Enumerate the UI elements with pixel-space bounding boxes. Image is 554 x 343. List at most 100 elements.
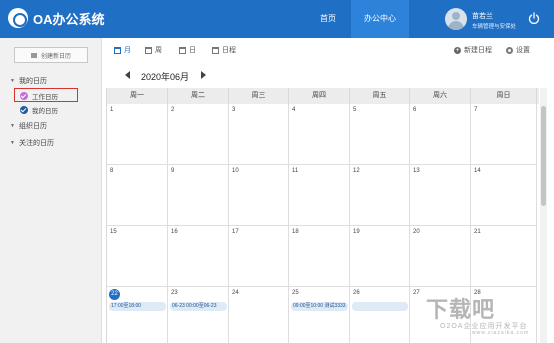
caret-down-icon: ▼ [10, 140, 15, 146]
user-avatar-icon[interactable] [445, 8, 467, 30]
calendar-item-work[interactable]: 工作日历 [20, 91, 58, 101]
create-calendar-button[interactable]: 创建新日历 [14, 47, 88, 63]
weekday-label: 周一 [107, 88, 168, 104]
next-month-icon[interactable] [201, 71, 206, 79]
event-bar[interactable]: 06-23 00:00至06-23 [170, 302, 227, 311]
tree-label: 组织日历 [18, 123, 47, 130]
view-label: 日 [189, 47, 196, 54]
month-navigator: 2020年06月 [103, 68, 303, 82]
day-number: 8 [110, 168, 114, 174]
view-week-tab[interactable]: 周 [145, 45, 162, 55]
tree-my-calendars[interactable]: ▼ 我的日历 [10, 76, 47, 86]
watermark: 下载吧 O2OA企业应用开发平台 www.xiazaiba.com [424, 292, 550, 338]
weekday-label: 周四 [289, 88, 350, 104]
day-number: 14 [474, 168, 481, 174]
calendar-icon [179, 46, 186, 54]
power-icon[interactable] [528, 12, 540, 24]
day-cell[interactable]: 6 [410, 104, 471, 165]
nav-office-center[interactable]: 办公中心 [351, 0, 409, 38]
top-bar: OA办公系统 首页 办公中心 苗若兰 车辆管理与安保处 [0, 0, 554, 38]
create-calendar-label: 创建新日历 [40, 53, 71, 60]
user-name[interactable]: 苗若兰 [472, 11, 493, 21]
event-bar[interactable] [352, 302, 408, 311]
day-number: 21 [474, 229, 481, 235]
calendar-icon [145, 46, 152, 54]
day-cell[interactable]: 5 [350, 104, 410, 165]
calendar-item-mine[interactable]: 我的日历 [20, 105, 58, 115]
day-number: 15 [110, 229, 117, 235]
prev-month-icon[interactable] [125, 71, 130, 79]
weekday-label: 周二 [168, 88, 229, 104]
day-number: 13 [413, 168, 420, 174]
month-label: 2020年06月 [141, 72, 190, 82]
day-number: 2 [171, 107, 175, 113]
calendar-icon [114, 46, 121, 54]
day-cell[interactable]: 22 [107, 287, 168, 343]
caret-down-icon: ▼ [10, 78, 15, 84]
day-cell[interactable]: 18 [289, 226, 350, 287]
day-cell[interactable]: 24 [229, 287, 289, 343]
day-cell[interactable]: 12 [350, 165, 410, 226]
day-cell[interactable]: 11 [289, 165, 350, 226]
sidebar: 创建新日历 ▼ 我的日历 工作日历 我的日历 ▼ 组织日历 ▼ 关注的日历 [0, 38, 102, 343]
view-month-tab[interactable]: 月 [114, 45, 131, 55]
day-cell[interactable]: 17 [229, 226, 289, 287]
day-number: 27 [413, 290, 420, 296]
app-logo[interactable]: OA办公系统 [8, 8, 105, 28]
day-cell[interactable]: 10 [229, 165, 289, 226]
calendar-icon [212, 46, 219, 54]
view-day-tab[interactable]: 日 [179, 45, 196, 55]
day-cell[interactable]: 23 [168, 287, 229, 343]
day-number: 5 [353, 107, 357, 113]
scrollbar-thumb[interactable] [541, 106, 546, 206]
watermark-url: www.xiazaiba.com [472, 330, 530, 336]
nav-home[interactable]: 首页 [305, 0, 351, 38]
day-cell[interactable]: 26 [350, 287, 410, 343]
event-bar[interactable]: 09:00至10:00 测试3333 [291, 302, 348, 311]
weekday-label: 周六 [410, 88, 471, 104]
new-event-label: 新建日程 [464, 47, 492, 54]
day-cell[interactable]: 25 [289, 287, 350, 343]
day-cell[interactable]: 4 [289, 104, 350, 165]
day-cell[interactable]: 9 [168, 165, 229, 226]
tree-label: 关注的日历 [18, 140, 54, 147]
app-title: OA办公系统 [33, 11, 105, 27]
plus-icon: + [454, 46, 461, 54]
day-cell[interactable]: 19 [350, 226, 410, 287]
day-cell[interactable]: 1 [107, 104, 168, 165]
calendar-item-label: 工作日历 [32, 94, 58, 101]
check-circle-icon [20, 106, 28, 114]
day-cell[interactable]: 13 [410, 165, 471, 226]
day-number: 24 [232, 290, 239, 296]
day-cell[interactable]: 8 [107, 165, 168, 226]
caret-down-icon: ▼ [10, 123, 15, 129]
weekday-label: 周三 [229, 88, 289, 104]
day-number: 3 [232, 107, 236, 113]
day-cell[interactable]: 7 [471, 104, 537, 165]
view-schedule-tab[interactable]: 日程 [212, 45, 236, 55]
weekday-label: 周五 [350, 88, 410, 104]
day-cell[interactable]: 3 [229, 104, 289, 165]
check-circle-icon [20, 92, 28, 100]
view-label: 日程 [222, 47, 236, 54]
gear-icon [506, 46, 513, 54]
day-cell[interactable]: 21 [471, 226, 537, 287]
day-number: 25 [292, 290, 299, 296]
watermark-logo: 下载吧 [426, 297, 496, 322]
day-cell[interactable]: 16 [168, 226, 229, 287]
day-number: 16 [171, 229, 178, 235]
calendar-add-icon [30, 52, 37, 58]
day-cell[interactable]: 15 [107, 226, 168, 287]
day-number: 10 [232, 168, 239, 174]
day-cell[interactable]: 20 [410, 226, 471, 287]
day-cell[interactable]: 14 [471, 165, 537, 226]
tree-org-calendars[interactable]: ▼ 组织日历 [10, 121, 47, 131]
day-number: 19 [353, 229, 360, 235]
new-event-button[interactable]: + 新建日程 [454, 45, 492, 55]
day-cell[interactable]: 2 [168, 104, 229, 165]
settings-button[interactable]: 设置 [506, 45, 530, 55]
event-bar[interactable]: 17:00至18:00 [109, 302, 166, 311]
day-number: 1 [110, 107, 114, 113]
tree-label: 我的日历 [18, 78, 47, 85]
tree-followed-calendars[interactable]: ▼ 关注的日历 [10, 138, 54, 148]
